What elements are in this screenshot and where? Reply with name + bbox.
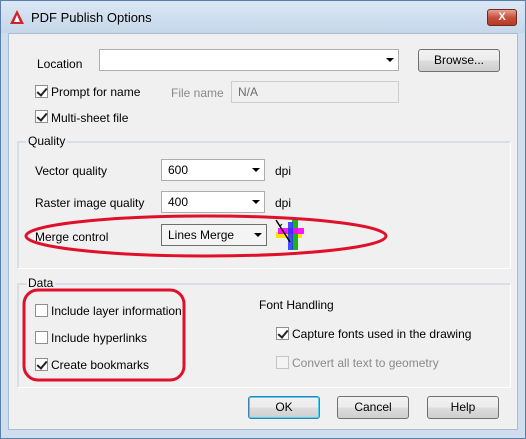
vector-quality-value: 600 (168, 163, 189, 177)
chevron-down-icon[interactable] (254, 233, 262, 237)
dialog-body: Location Browse... Prompt for name File … (8, 33, 518, 430)
include-hyperlinks-label: Include hyperlinks (51, 331, 148, 345)
chevron-down-icon[interactable] (386, 58, 394, 62)
cancel-button[interactable]: Cancel (337, 396, 409, 419)
raster-quality-value: 400 (168, 195, 189, 209)
location-label: Location (37, 57, 83, 71)
merge-control-combo[interactable]: Lines Merge (161, 224, 267, 246)
raster-quality-label: Raster image quality (35, 196, 145, 210)
capture-fonts-label: Capture fonts used in the drawing (292, 327, 472, 341)
create-bookmarks-label: Create bookmarks (51, 358, 150, 372)
include-hyperlinks-checkbox[interactable] (35, 331, 48, 344)
raster-quality-combo[interactable]: 400 (161, 191, 265, 213)
data-group-title: Data (26, 276, 56, 290)
capture-fonts-checkbox[interactable] (276, 327, 289, 340)
merge-control-value: Lines Merge (168, 228, 235, 242)
ok-button[interactable]: OK (248, 396, 320, 419)
font-handling-title: Font Handling (259, 298, 334, 312)
include-layer-checkbox[interactable] (35, 304, 48, 317)
location-combo[interactable] (99, 49, 399, 71)
vector-dpi-label: dpi (275, 164, 292, 178)
file-name-label: File name (171, 86, 224, 100)
chevron-down-icon[interactable] (252, 200, 260, 204)
help-button[interactable]: Help (427, 396, 499, 419)
multi-sheet-checkbox[interactable] (35, 110, 48, 123)
chevron-down-icon[interactable] (252, 168, 260, 172)
prompt-for-name-checkbox[interactable] (35, 85, 48, 98)
title-bar: PDF Publish Options X (1, 1, 525, 33)
window-title: PDF Publish Options (31, 10, 152, 25)
autocad-logo-icon (9, 9, 25, 25)
raster-dpi-label: dpi (275, 196, 292, 210)
convert-text-label: Convert all text to geometry (292, 356, 439, 370)
vector-quality-combo[interactable]: 600 (161, 159, 265, 181)
include-layer-label: Include layer information (51, 304, 182, 318)
convert-text-checkbox (276, 356, 289, 369)
multi-sheet-label: Multi-sheet file (51, 111, 129, 125)
quality-group-title: Quality (26, 134, 68, 148)
close-icon: X (498, 11, 506, 23)
close-button[interactable]: X (487, 9, 517, 26)
browse-button[interactable]: Browse... (418, 49, 500, 72)
create-bookmarks-checkbox[interactable] (35, 358, 48, 371)
dialog-window: PDF Publish Options X Location Browse...… (0, 0, 526, 439)
lines-merge-preview-icon (274, 218, 306, 252)
prompt-for-name-label: Prompt for name (51, 85, 141, 99)
merge-control-label: Merge control (35, 230, 109, 244)
file-name-field: N/A (231, 81, 399, 103)
vector-quality-label: Vector quality (35, 164, 108, 178)
